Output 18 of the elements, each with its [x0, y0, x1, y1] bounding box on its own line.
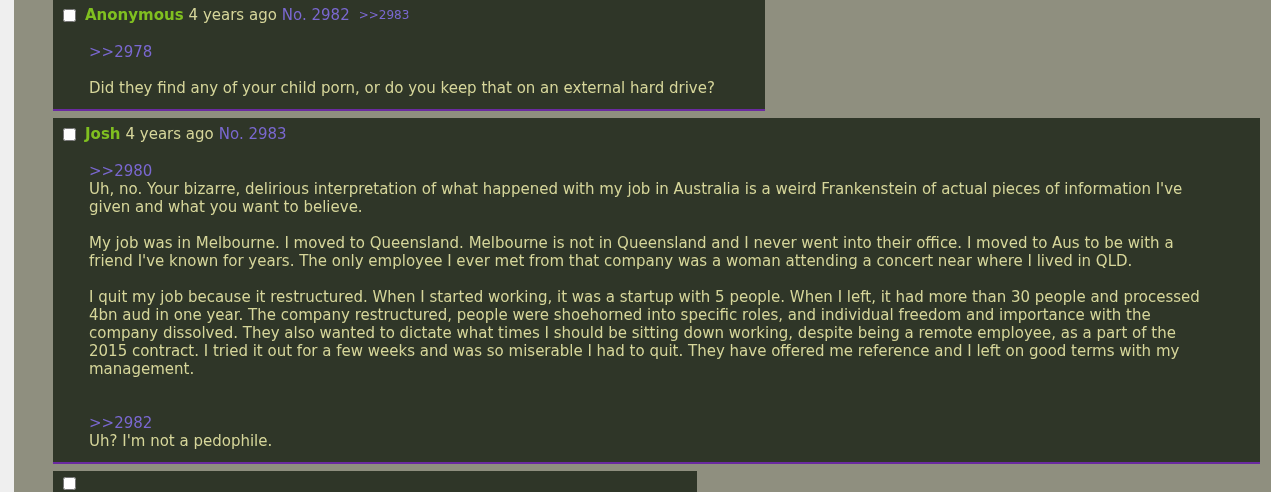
post-time: 4 years ago: [188, 5, 277, 25]
post-text: My job was in Melbourne. I moved to Queensland. Melbourne is not in Queensland and I never went into their office. I moved to Aus to be with a friend I've known for years. The only employee I ever met from that company was a woman attending a concert near where I lived in QLD.: [89, 234, 1175, 270]
post-number[interactable]: No. 2982: [281, 5, 350, 25]
quote-link[interactable]: >>2978: [89, 43, 153, 61]
post-text: Did they find any of your child porn, or do you keep that on an external hard drive?: [89, 79, 715, 97]
quote-link[interactable]: >>2980: [89, 162, 153, 180]
poster-name: Anonymous: [85, 5, 184, 25]
post-number[interactable]: No. 2983: [218, 124, 287, 144]
post-text: Uh? I'm not a pedophile.: [89, 432, 274, 450]
post-text: Uh, no. Your bizarre, delirious interpretation of what happened with my job in Australia is a weird Frankenstein of actual pieces of information I've given and what you want to believe.: [89, 180, 1184, 216]
post-checkbox[interactable]: [63, 8, 76, 22]
post-checkbox[interactable]: [63, 127, 76, 141]
quote-link[interactable]: >>2982: [89, 414, 153, 432]
reply-link[interactable]: >>2983: [358, 5, 410, 25]
post-checkbox[interactable]: [63, 477, 76, 490]
post-text: I quit my job because it restructured. When I started working, it was a startup with 5 people. When I left, it had more than 30 people and processed 4bn aud in one year. The company restructured, people were shoehorned into specific roles, and individual freedom and importance with the company dissolved. They also wanted to dictate what times I should be sitting down working, despite being a remote employee, as a part of the 2015 contract. I tried it out for a few weeks and was so miserable I had to quit. They have offered me reference and I left on good terms with my management.: [89, 288, 1201, 378]
poster-name: Josh: [85, 124, 121, 144]
post-time: 4 years ago: [125, 124, 214, 144]
